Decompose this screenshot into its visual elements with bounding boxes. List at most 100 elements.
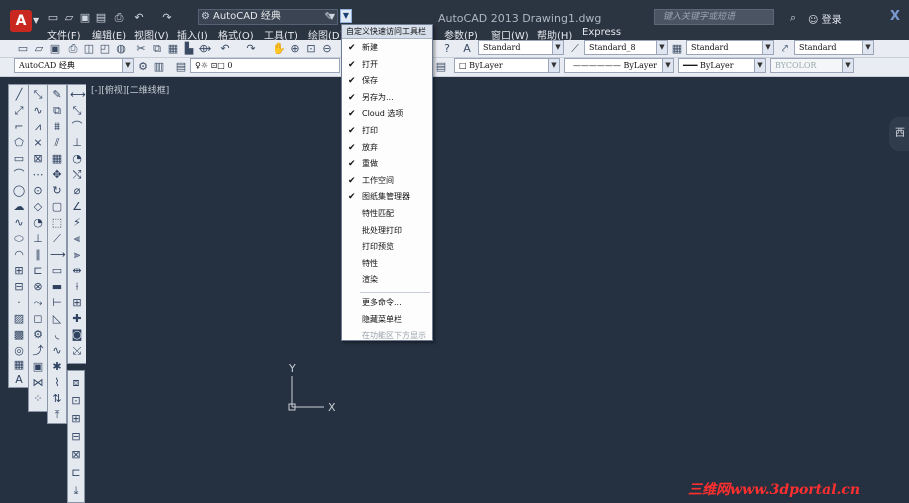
save-icon[interactable]: ▣: [48, 42, 62, 56]
snap-temp-track-icon[interactable]: ⤴: [31, 343, 45, 358]
binoculars-icon[interactable]: ⌕: [790, 11, 796, 25]
polyline-icon[interactable]: ⌐: [12, 119, 26, 134]
break-at-point-icon[interactable]: ▭: [50, 263, 64, 278]
qat-menu-item[interactable]: 批处理打印: [342, 223, 432, 239]
dim-angular-icon[interactable]: ∠: [70, 199, 84, 214]
revision-cloud-icon[interactable]: ☁: [12, 199, 26, 214]
pedit-icon[interactable]: ⌇: [50, 375, 64, 390]
pan-icon[interactable]: ✋: [272, 42, 286, 56]
cut-icon[interactable]: ✂: [134, 42, 148, 56]
region-icon[interactable]: ◎: [12, 343, 26, 358]
multileader-style-combo[interactable]: Standard ▼: [794, 40, 874, 55]
snap-grid-icon[interactable]: ⁘: [31, 391, 45, 406]
lineweight-combo[interactable]: ━━━ ByLayer ▼: [678, 58, 766, 73]
snap-nearest-icon[interactable]: ⤳: [31, 295, 45, 310]
snap-from-icon[interactable]: ⤡: [31, 87, 45, 102]
blend-icon[interactable]: ∿: [50, 343, 64, 358]
match-icon[interactable]: ✎: [322, 10, 336, 24]
dim-continue-icon[interactable]: ⫸: [70, 247, 84, 262]
dim-style-combo[interactable]: Standard_8 ▼: [584, 40, 668, 55]
erase-icon[interactable]: ✎: [50, 87, 64, 102]
qat-menu-item[interactable]: ✔ 另存为...: [342, 90, 432, 106]
qat-customize-button[interactable]: ▼: [340, 9, 352, 23]
insert-block-icon[interactable]: ⊞: [12, 263, 26, 278]
trim-icon[interactable]: ⟋: [50, 231, 64, 246]
copy-object-icon[interactable]: ⧉: [50, 103, 64, 118]
qat-menu-item[interactable]: ✔ 打开: [342, 57, 432, 73]
snap-intersection-icon[interactable]: ⨯: [31, 135, 45, 150]
menu-express[interactable]: Express: [582, 27, 621, 38]
dim-arc-icon[interactable]: ⌒: [70, 119, 84, 134]
linetype-combo[interactable]: —————— ByLayer ▼: [564, 58, 674, 73]
lengthen-icon[interactable]: ⤒: [50, 407, 64, 422]
dim-space-icon[interactable]: ⇹: [70, 263, 84, 278]
layer-lock-tool-icon[interactable]: ⊏: [69, 465, 83, 480]
save-icon[interactable]: ▣: [78, 11, 92, 25]
qat-menu-item[interactable]: ✔ 图纸集管理器: [342, 189, 432, 205]
qat-menu-item[interactable]: ✔ 放弃: [342, 140, 432, 156]
text-style-combo[interactable]: Standard ▼: [478, 40, 564, 55]
table-style-combo[interactable]: Standard ▼: [686, 40, 774, 55]
polygon-icon[interactable]: ⬠: [12, 135, 26, 150]
rectangle-icon[interactable]: ▭: [12, 151, 26, 166]
hatch-icon[interactable]: ▨: [12, 311, 26, 326]
ellipse-icon[interactable]: ⬭: [12, 231, 26, 246]
zoom-window-icon[interactable]: ⊡: [304, 42, 318, 56]
paste-icon[interactable]: ▦: [166, 42, 180, 56]
snap-node-icon[interactable]: ⊗: [31, 279, 45, 294]
workspace-settings-icon[interactable]: ⚙: [136, 60, 150, 74]
snap-endpoint-icon[interactable]: ∿: [31, 103, 45, 118]
snap-geometric-center-icon[interactable]: ▣: [31, 359, 45, 374]
multileader-style-icon[interactable]: ⤤: [778, 42, 792, 56]
center-mark-icon[interactable]: ✚: [70, 311, 84, 326]
dim-radius-icon[interactable]: ◔: [70, 151, 84, 166]
qat-menu-item[interactable]: ✔ 重做: [342, 156, 432, 172]
dim-aligned-icon[interactable]: ⤡: [70, 103, 84, 118]
offset-icon[interactable]: ⫽: [50, 135, 64, 150]
point-icon[interactable]: ·: [12, 295, 26, 310]
search-input[interactable]: 键入关键字或短语: [654, 9, 774, 25]
qat-menu-item[interactable]: ✔ Cloud 选项: [342, 106, 432, 122]
qat-menu-item[interactable]: 特性: [342, 256, 432, 272]
snap-quadrant-icon[interactable]: ◇: [31, 199, 45, 214]
viewport-controls[interactable]: [-][俯视][二维线框]: [91, 83, 169, 96]
snap-extension-icon[interactable]: ⋯: [31, 167, 45, 182]
open-icon[interactable]: ▱: [32, 42, 46, 56]
qat-menu-item[interactable]: 隐藏菜单栏: [342, 312, 432, 328]
zoom-previous-icon[interactable]: ⊖: [320, 42, 334, 56]
make-object-layer-current-icon[interactable]: ▤: [434, 60, 448, 74]
snap-perpendicular-icon[interactable]: ⊥: [31, 231, 45, 246]
scale-icon[interactable]: ▢: [50, 199, 64, 214]
line-icon[interactable]: ╱: [12, 87, 26, 102]
viewcube-fragment[interactable]: 西: [889, 117, 909, 151]
arc-icon[interactable]: ⌒: [12, 167, 26, 182]
layer-walk-icon[interactable]: ⊡: [69, 393, 83, 408]
align-icon[interactable]: ⇅: [50, 391, 64, 406]
undo-icon[interactable]: ↶: [132, 11, 146, 25]
qat-menu-item[interactable]: 打印预览: [342, 239, 432, 255]
undo-icon[interactable]: ↶: [218, 42, 232, 56]
chamfer-icon[interactable]: ◺: [50, 311, 64, 326]
new-icon[interactable]: ▭: [46, 11, 60, 25]
snap-none-icon[interactable]: ◻: [31, 311, 45, 326]
explode-icon[interactable]: ✱: [50, 359, 64, 374]
ellipse-arc-icon[interactable]: ◠: [12, 247, 26, 262]
print-icon[interactable]: ⎙: [112, 11, 126, 25]
new-icon[interactable]: ▭: [16, 42, 30, 56]
layer-properties-icon[interactable]: ▤: [174, 60, 188, 74]
snap-center-icon[interactable]: ⊙: [31, 183, 45, 198]
snap-midbetween-icon[interactable]: ⋈: [31, 375, 45, 390]
dim-style-icon[interactable]: ⟋: [568, 42, 582, 56]
plot-icon[interactable]: ⎙: [66, 42, 80, 56]
redo-icon[interactable]: ↷: [160, 11, 174, 25]
preview-icon[interactable]: ◫: [82, 42, 96, 56]
osnap-settings-icon[interactable]: ⚙: [31, 327, 45, 342]
workspace-combo[interactable]: ⚙ AutoCAD 经典 ▼: [198, 9, 338, 25]
text-style-icon[interactable]: A: [460, 42, 474, 56]
quick-dim-icon[interactable]: ⚡: [70, 215, 84, 230]
snap-tangent-icon[interactable]: ◔: [31, 215, 45, 230]
open-icon[interactable]: ▱: [62, 11, 76, 25]
construction-line-icon[interactable]: ⤢: [12, 103, 26, 118]
tolerance-icon[interactable]: ⊞: [70, 295, 84, 310]
layer-match-icon[interactable]: ⊞: [69, 411, 83, 426]
